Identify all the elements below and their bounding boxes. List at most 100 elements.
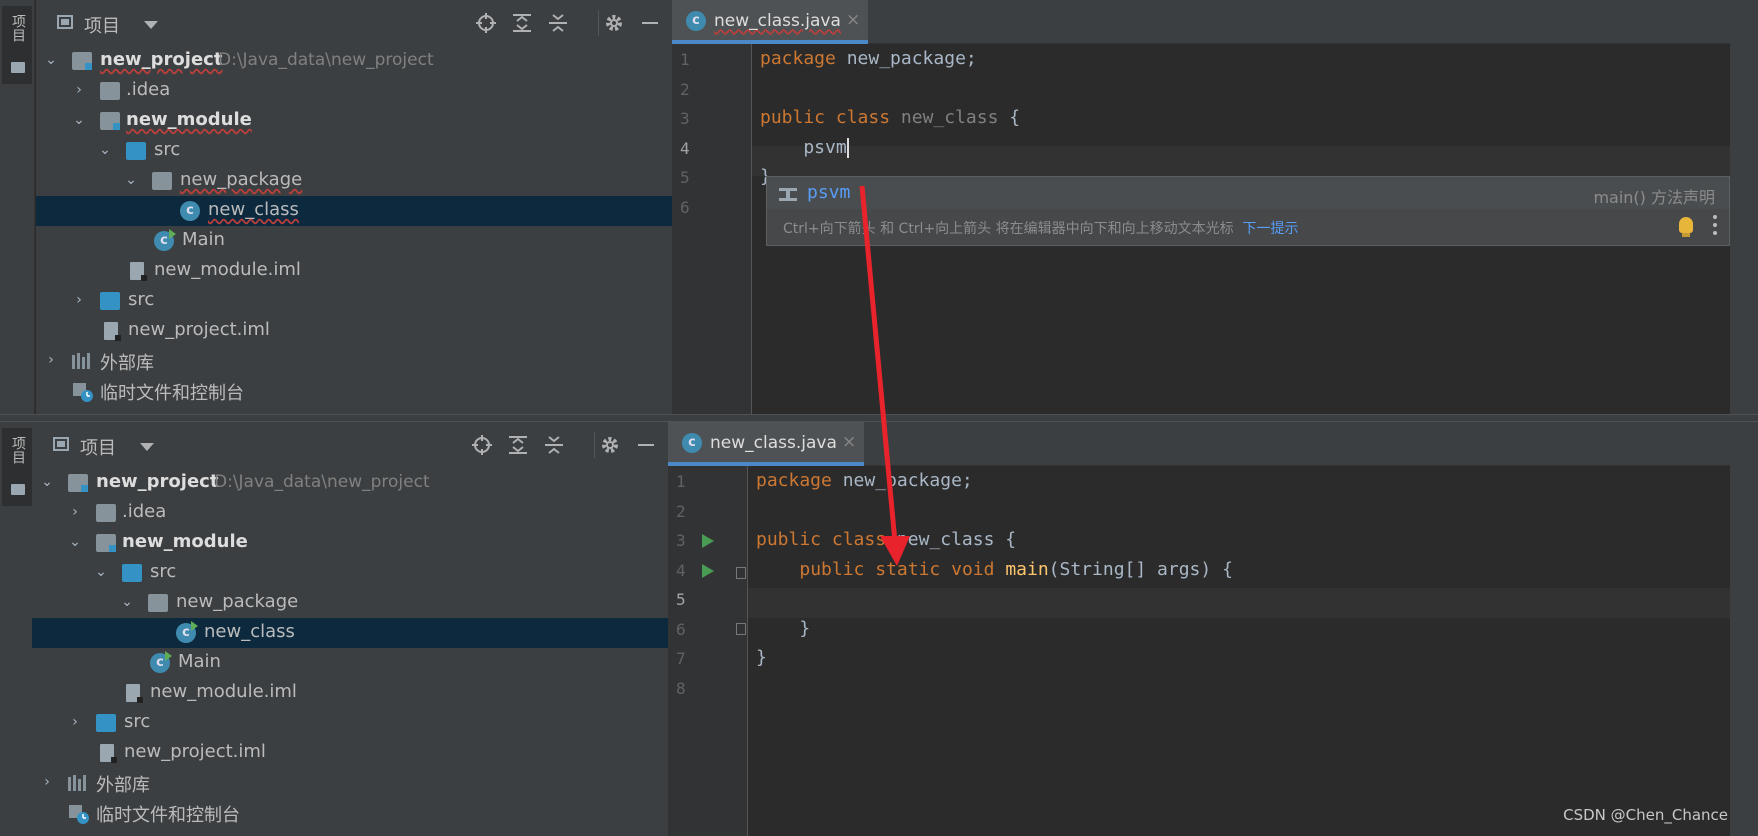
tree-row-src[interactable]: ⌄ src	[32, 558, 668, 588]
tree-item-label: 外部库	[96, 775, 150, 796]
line-number: 6	[676, 620, 686, 639]
gear-icon[interactable]	[604, 13, 624, 33]
tree-item-label: new_class	[204, 621, 295, 642]
class-icon: c	[686, 11, 706, 31]
tree-item-label: new_module.iml	[154, 259, 301, 280]
chevron-down-icon[interactable]: ⌄	[94, 564, 108, 580]
tree-item-label: new_package	[176, 591, 299, 612]
collapse-all-icon[interactable]	[548, 13, 568, 33]
locate-icon[interactable]	[476, 13, 496, 33]
editor-tab-new-class[interactable]: c new_class.java ×	[668, 422, 864, 466]
tree-row-external-libs[interactable]: › 外部库	[36, 346, 672, 376]
expand-all-icon[interactable]	[512, 13, 532, 33]
iml-file-icon	[104, 322, 121, 341]
tree-item-label: Main	[182, 229, 225, 250]
chevron-down-icon[interactable]: ⌄	[120, 594, 134, 610]
chevron-down-icon[interactable]: ⌄	[72, 112, 86, 128]
tree-row-module-iml[interactable]: new_module.iml	[32, 678, 668, 708]
next-tip-link[interactable]: 下一提示	[1243, 221, 1299, 237]
chevron-right-icon[interactable]: ›	[68, 714, 82, 730]
project-pane-title[interactable]: 项目	[84, 12, 120, 38]
code-line: public class new_class {	[760, 107, 1021, 128]
completion-popup: psvm main() 方法声明 Ctrl+向下箭头 和 Ctrl+向上箭头 将…	[766, 176, 1730, 246]
tree-row-idea[interactable]: › .idea	[32, 498, 668, 528]
minimize-icon[interactable]	[640, 13, 660, 33]
tree-item-label: src	[154, 139, 181, 160]
project-tool-tab[interactable]: 项目	[2, 428, 32, 506]
folder-icon	[11, 62, 25, 73]
completion-item-name: psvm	[807, 182, 851, 203]
tree-row-new-class[interactable]: c new_class	[36, 196, 672, 226]
minimize-icon[interactable]	[636, 435, 656, 455]
locate-icon[interactable]	[472, 435, 492, 455]
tree-row-new-class[interactable]: c new_class	[32, 618, 668, 648]
folder-icon	[100, 82, 120, 100]
iml-file-icon	[130, 262, 147, 281]
tree-row-project[interactable]: ⌄ new_project D:\Java_data\new_project	[32, 468, 668, 498]
lightbulb-icon[interactable]	[1679, 217, 1693, 233]
tree-item-label: src	[150, 561, 177, 582]
tree-row-scratches[interactable]: 临时文件和控制台	[32, 798, 668, 828]
chevron-down-icon[interactable]: ⌄	[68, 534, 82, 550]
chevron-right-icon[interactable]: ›	[68, 504, 82, 520]
fold-icon[interactable]	[736, 567, 746, 579]
current-line-highlight	[752, 146, 1758, 176]
more-options-icon[interactable]	[1713, 215, 1717, 235]
package-icon	[152, 172, 172, 190]
code-line: package new_package;	[756, 470, 973, 491]
folder-icon	[68, 474, 88, 492]
close-icon[interactable]: ×	[846, 10, 860, 30]
chevron-down-icon[interactable]: ⌄	[124, 172, 138, 188]
module-folder-icon	[96, 534, 116, 552]
tree-row-src-root[interactable]: › src	[36, 286, 672, 316]
header-divider	[594, 432, 595, 458]
project-pane-title[interactable]: 项目	[80, 434, 116, 460]
tree-row-package[interactable]: ⌄ new_package	[32, 588, 668, 618]
tree-row-src-root[interactable]: › src	[32, 708, 668, 738]
view-dropdown-icon[interactable]	[144, 21, 158, 29]
tree-row-package[interactable]: ⌄ new_package	[36, 166, 672, 196]
run-gutter-icon[interactable]	[702, 564, 714, 578]
source-folder-icon	[122, 564, 142, 582]
project-pane-header: 项目	[32, 422, 668, 468]
line-number: 5	[676, 590, 686, 609]
tree-row-module[interactable]: ⌄ new_module	[36, 106, 672, 136]
source-folder-icon	[96, 714, 116, 732]
tree-row-project-iml[interactable]: new_project.iml	[36, 316, 672, 346]
code-line: package new_package;	[760, 48, 977, 69]
chevron-right-icon[interactable]: ›	[40, 774, 54, 790]
tree-row-src[interactable]: ⌄ src	[36, 136, 672, 166]
chevron-right-icon[interactable]: ›	[44, 352, 58, 368]
current-line-highlight	[748, 588, 1754, 618]
tree-row-main[interactable]: c Main	[36, 226, 672, 256]
close-icon[interactable]: ×	[842, 432, 856, 452]
line-number: 7	[676, 649, 686, 668]
tree-row-external-libs[interactable]: › 外部库	[32, 768, 668, 798]
tree-row-project[interactable]: ⌄ new_project D:\Java_data\new_project	[36, 46, 672, 76]
chevron-down-icon[interactable]: ⌄	[40, 474, 54, 490]
expand-all-icon[interactable]	[508, 435, 528, 455]
chevron-right-icon[interactable]: ›	[72, 292, 86, 308]
tree-item-label: 临时文件和控制台	[96, 805, 240, 826]
gear-icon[interactable]	[600, 435, 620, 455]
editor-tab-new-class[interactable]: c new_class.java ×	[672, 0, 868, 44]
tree-row-idea[interactable]: › .idea	[36, 76, 672, 106]
tree-row-module[interactable]: ⌄ new_module	[32, 528, 668, 558]
tree-row-project-iml[interactable]: new_project.iml	[32, 738, 668, 768]
ide-window-after: 项目 项目 ⌄ new_project D:\Java_data\new_pro…	[0, 422, 1758, 836]
editor-tab-label: new_class.java	[710, 433, 837, 453]
tree-row-scratches[interactable]: 临时文件和控制台	[36, 376, 672, 406]
tree-row-main[interactable]: c Main	[32, 648, 668, 678]
run-gutter-icon[interactable]	[702, 534, 714, 548]
chevron-down-icon[interactable]: ⌄	[98, 142, 112, 158]
project-tool-tab[interactable]: 项目	[2, 6, 32, 84]
chevron-down-icon[interactable]: ⌄	[44, 52, 58, 68]
project-tool-tab-label: 项目	[10, 14, 26, 42]
collapse-all-icon[interactable]	[544, 435, 564, 455]
chevron-right-icon[interactable]: ›	[72, 82, 86, 98]
tree-row-module-iml[interactable]: new_module.iml	[36, 256, 672, 286]
fold-icon[interactable]	[736, 623, 746, 635]
completion-item[interactable]: psvm main() 方法声明	[767, 177, 1729, 209]
line-number: 4	[680, 139, 690, 158]
view-dropdown-icon[interactable]	[140, 443, 154, 451]
